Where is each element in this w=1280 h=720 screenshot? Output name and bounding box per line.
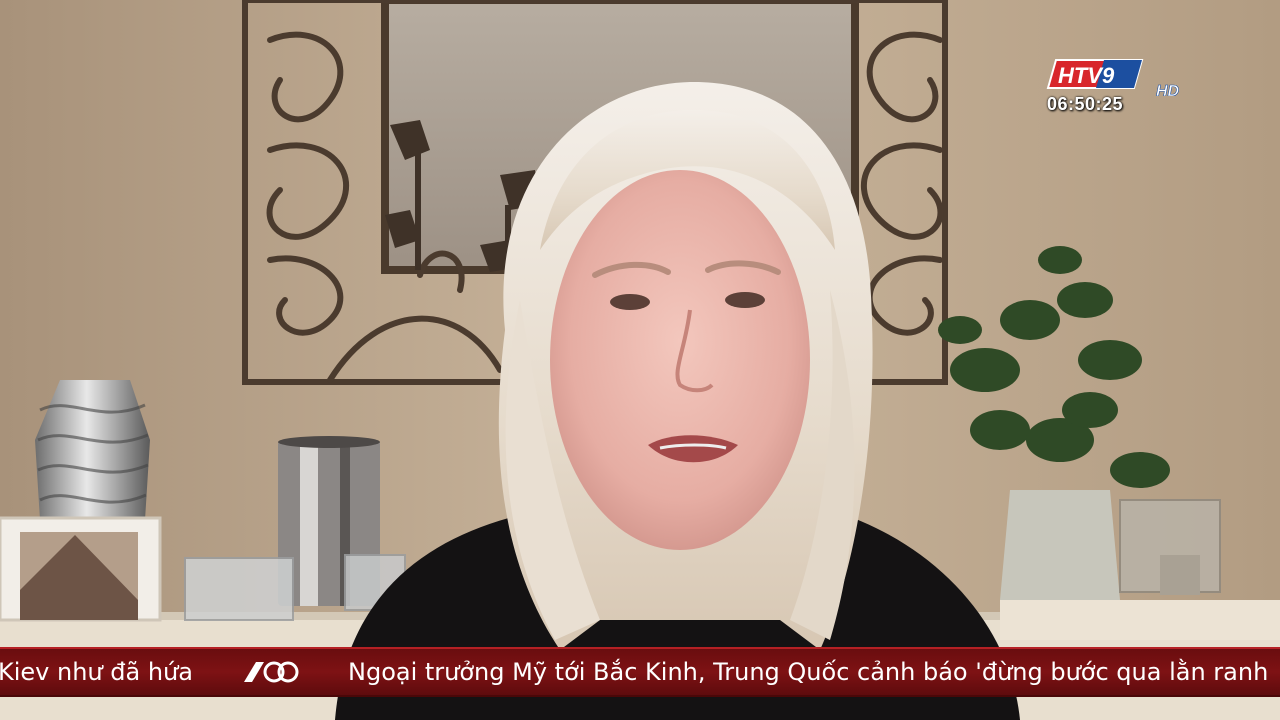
svg-text:HTV9: HTV9 [1058,63,1115,88]
glass-jars [1119,499,1221,595]
picture-frame [0,516,162,622]
ticker-headline: Ngoại trưởng Mỹ tới Bắc Kinh, Trung Quốc… [348,658,1269,686]
ticker-previous-headline: Kiev như đã hứa [0,658,193,686]
news-ticker: Kiev như đã hứa Ngoại trưởng Mỹ tới Bắc … [0,647,1280,697]
broadcast-clock: 06:50:25 [1047,94,1124,114]
htv-60-logo-icon [244,661,299,683]
patterned-vase [35,380,150,520]
htv9-logo-icon: HTV9 HD [1046,59,1180,96]
svg-text:HD: HD [1156,83,1180,96]
